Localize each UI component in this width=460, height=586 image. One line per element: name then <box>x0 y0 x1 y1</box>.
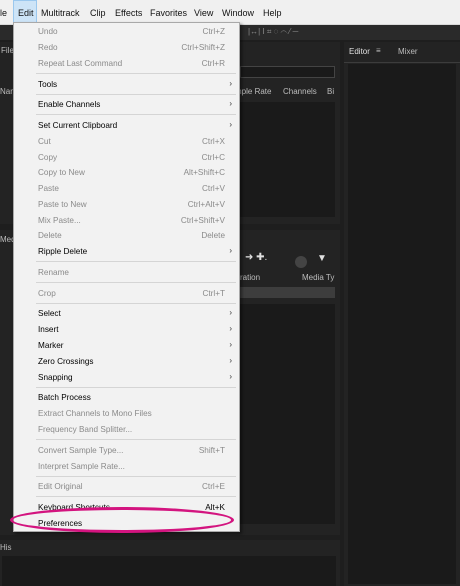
editor-panel: Editor ≡ Mixer <box>344 42 460 586</box>
menu-item-rename[interactable]: Rename <box>14 265 239 280</box>
menu-separator <box>36 439 236 440</box>
editor-tab-divider <box>344 62 460 63</box>
menu-item-redo[interactable]: Redo Ctrl+Shift+Z <box>14 40 239 55</box>
menu-item-extract-channels[interactable]: Extract Channels to Mono Files <box>14 406 239 421</box>
editor-menu-icon[interactable]: ≡ <box>376 46 381 55</box>
menu-item-select[interactable]: Select › <box>14 306 239 321</box>
media-toggle[interactable] <box>295 256 307 268</box>
menu-item-mix-paste[interactable]: Mix Paste... Ctrl+Shift+V <box>14 213 239 228</box>
menu-separator <box>36 73 236 74</box>
files-search[interactable] <box>240 66 335 78</box>
menu-item-batch-process[interactable]: Batch Process <box>14 390 239 405</box>
menu-separator <box>36 496 236 497</box>
files-list <box>240 102 335 217</box>
menu-item-convert-sample-type[interactable]: Convert Sample Type... Shift+T <box>14 443 239 458</box>
editor-canvas <box>348 64 456 584</box>
menu-item-repeat-last-command[interactable]: Repeat Last Command Ctrl+R <box>14 56 239 71</box>
history-tab[interactable]: His <box>0 543 12 552</box>
mixer-tab[interactable]: Mixer <box>398 47 418 56</box>
submenu-arrow-icon: › <box>229 324 232 333</box>
menu-item-undo[interactable]: Undo Ctrl+Z <box>14 24 239 39</box>
menu-item-delete[interactable]: Delete Delete <box>14 228 239 243</box>
toolbar-icons[interactable]: |↔| I ⌗ ◌ ⌒ ⁄ ─ <box>248 27 298 37</box>
menu-item-snapping[interactable]: Snapping › <box>14 370 239 385</box>
menu-item-tools[interactable]: Tools › <box>14 77 239 92</box>
editor-tab[interactable]: Editor <box>349 47 370 56</box>
menu-item-ripple-delete[interactable]: Ripple Delete › <box>14 244 239 259</box>
menu-item-paste-to-new[interactable]: Paste to New Ctrl+Alt+V <box>14 197 239 212</box>
files-col-channels: Channels <box>283 87 317 96</box>
menu-item-marker[interactable]: Marker › <box>14 338 239 353</box>
files-tab[interactable]: File <box>1 46 14 55</box>
media-list <box>240 304 335 524</box>
menu-item-copy-to-new[interactable]: Copy to New Alt+Shift+C <box>14 165 239 180</box>
menu-separator <box>36 282 236 283</box>
menu-item-insert[interactable]: Insert › <box>14 322 239 337</box>
menu-item-enable-channels[interactable]: Enable Channels › <box>14 97 239 112</box>
menu-file[interactable]: le <box>0 0 12 25</box>
submenu-arrow-icon: › <box>229 79 232 88</box>
files-col-sample-rate: mple Rate <box>235 87 272 96</box>
history-panel: His <box>0 540 340 586</box>
menu-separator <box>36 303 236 304</box>
media-col-type: Media Ty <box>302 273 335 282</box>
media-selected-row[interactable] <box>240 287 335 298</box>
submenu-arrow-icon: › <box>229 372 232 381</box>
menu-item-set-current-clipboard[interactable]: Set Current Clipboard › <box>14 118 239 133</box>
menu-item-zero-crossings[interactable]: Zero Crossings › <box>14 354 239 369</box>
menu-help[interactable]: Help <box>263 0 285 25</box>
files-col-bits: Bi <box>327 87 335 96</box>
menu-separator <box>36 114 236 115</box>
submenu-arrow-icon: › <box>229 99 232 108</box>
menu-item-cut[interactable]: Cut Ctrl+X <box>14 134 239 149</box>
menu-separator <box>36 261 236 262</box>
filter-icon[interactable]: ▼ <box>317 253 327 264</box>
menu-item-interpret-sample-rate[interactable]: Interpret Sample Rate... <box>14 459 239 474</box>
media-toolbar-icons[interactable]: ➜ ✚. <box>245 252 267 263</box>
menu-separator <box>36 94 236 95</box>
submenu-arrow-icon: › <box>229 246 232 255</box>
submenu-arrow-icon: › <box>229 340 232 349</box>
menu-item-paste[interactable]: Paste Ctrl+V <box>14 181 239 196</box>
menu-item-edit-original[interactable]: Edit Original Ctrl+E <box>14 479 239 494</box>
submenu-arrow-icon: › <box>229 308 232 317</box>
menu-item-frequency-band-splitter[interactable]: Frequency Band Splitter... <box>14 422 239 437</box>
menu-item-crop[interactable]: Crop Ctrl+T <box>14 286 239 301</box>
media-col-duration: ration <box>240 273 261 282</box>
menu-separator <box>36 387 236 388</box>
menu-item-copy[interactable]: Copy Ctrl+C <box>14 150 239 165</box>
menu-separator <box>36 476 236 477</box>
edit-menu-dropdown: Undo Ctrl+Z Redo Ctrl+Shift+Z Repeat Last … <box>13 22 240 532</box>
submenu-arrow-icon: › <box>229 356 232 365</box>
submenu-arrow-icon: › <box>229 120 232 129</box>
history-list <box>2 556 336 586</box>
preferences-highlight-ring <box>10 507 234 533</box>
